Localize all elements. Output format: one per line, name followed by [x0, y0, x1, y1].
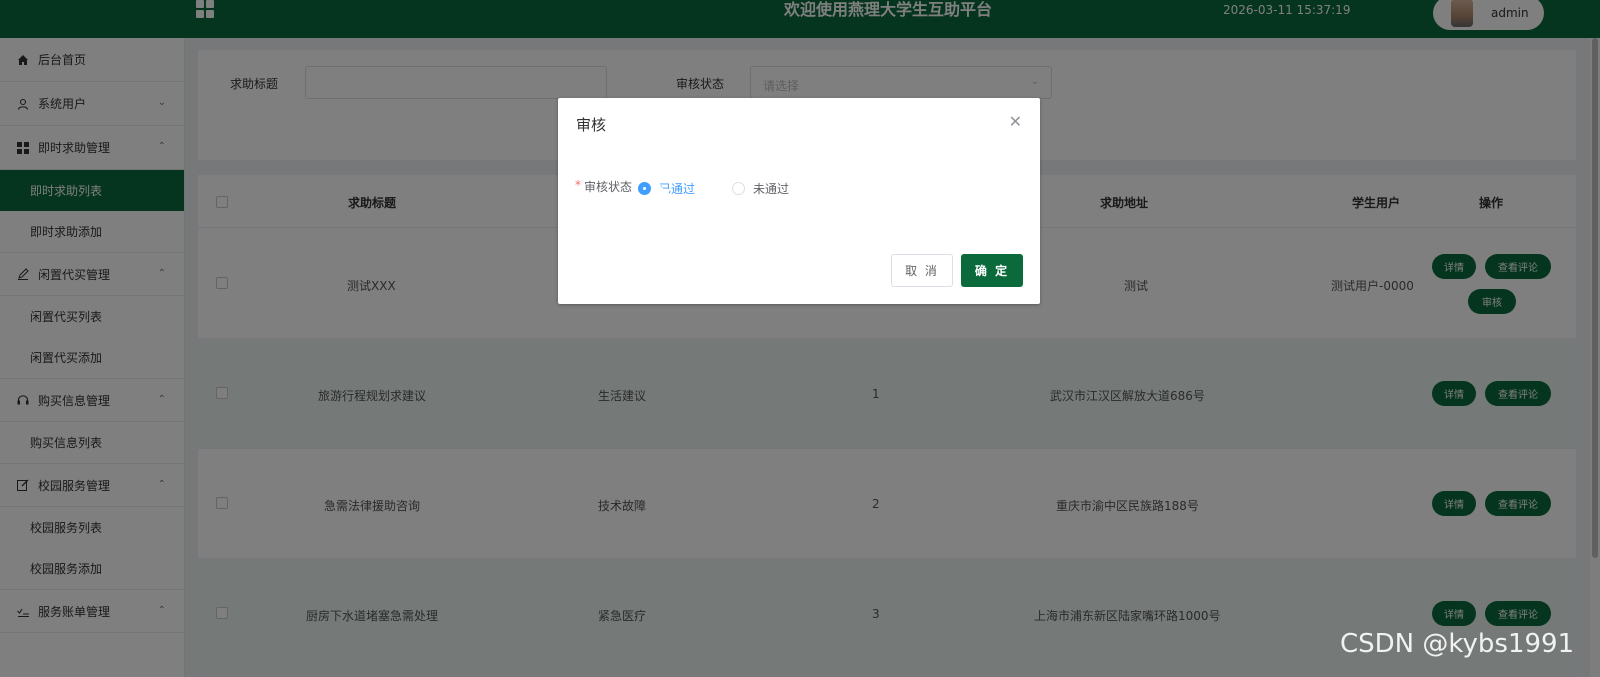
confirm-button[interactable]: 确 定: [961, 254, 1023, 287]
radio-rejected[interactable]: 未通过: [732, 180, 789, 197]
radio-label: 未通过: [753, 182, 790, 196]
radio-dot: [638, 182, 651, 195]
cancel-button[interactable]: 取 消: [891, 254, 953, 287]
close-icon[interactable]: ✕: [1009, 112, 1022, 131]
required-mark: *: [575, 178, 581, 192]
status-field-label: 审核状态: [584, 180, 633, 194]
watermark: CSDN @kybs1991: [1340, 629, 1575, 659]
dialog-title: 审核: [576, 116, 607, 134]
review-dialog: 审核 ✕ * 审核状态 已通过 未通过 取 消 确 定: [558, 98, 1040, 304]
radio-dot: [732, 182, 745, 195]
